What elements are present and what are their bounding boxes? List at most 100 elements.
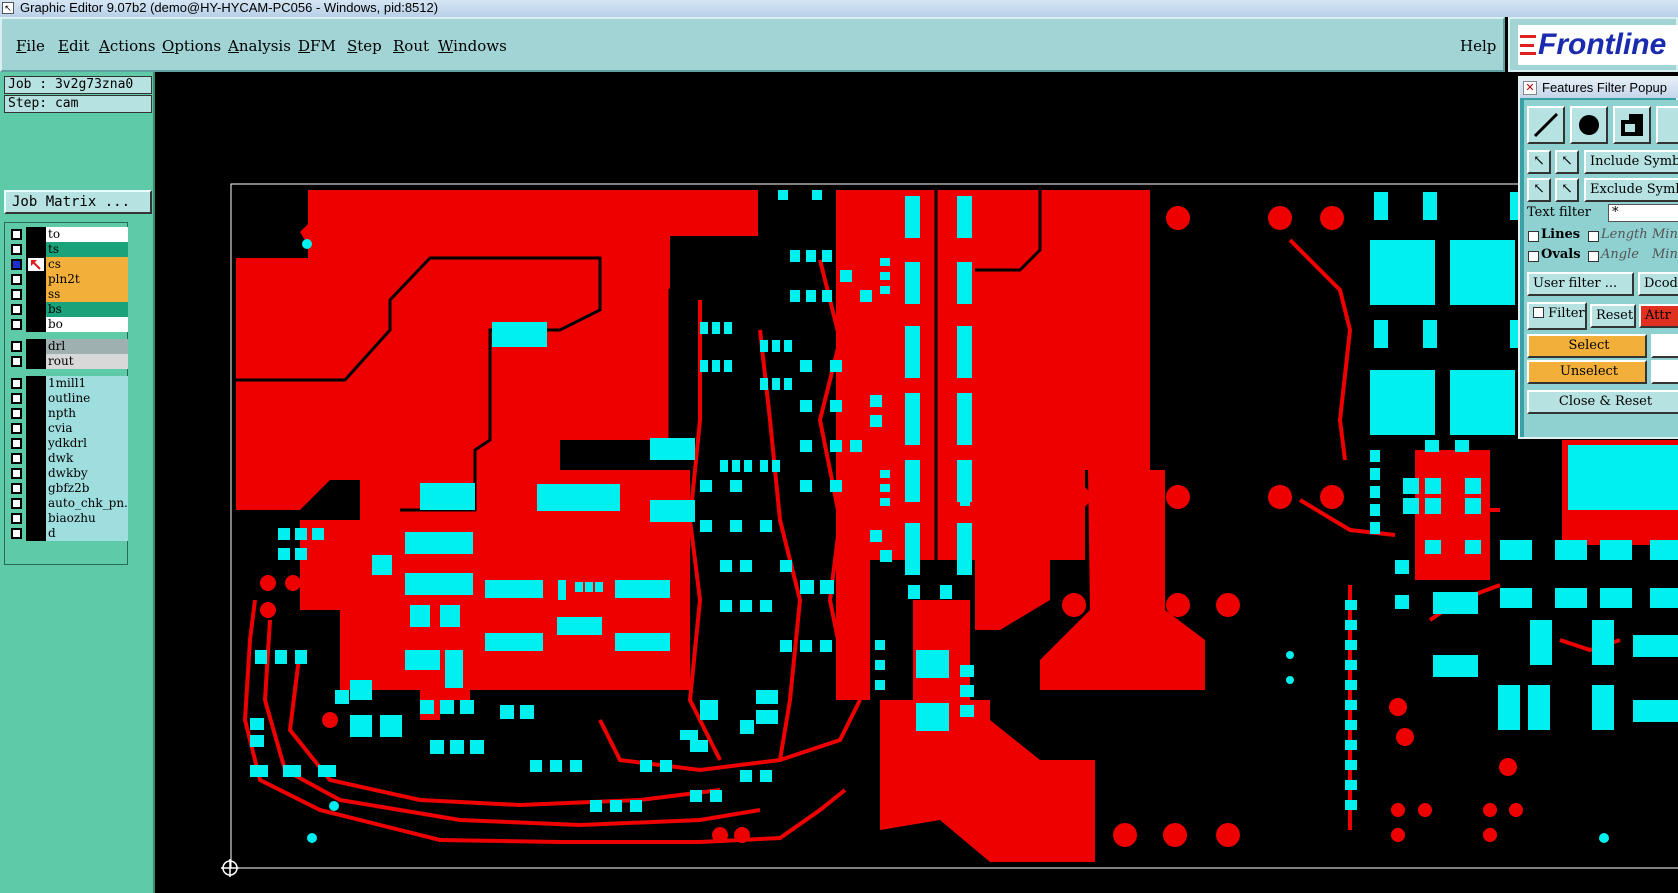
text-filter-button[interactable] (1656, 106, 1678, 144)
layer-row-gbfz2b[interactable]: gbfz2b (9, 481, 128, 496)
layer-checkbox[interactable] (11, 289, 22, 300)
layer-name[interactable]: dwk (46, 451, 128, 466)
layer-checkbox[interactable] (11, 408, 22, 419)
exclude-pick-button[interactable]: ↖ (1527, 178, 1551, 202)
layer-swatch[interactable] (26, 406, 46, 421)
layer-checkbox[interactable] (11, 274, 22, 285)
job-matrix-button[interactable]: Job Matrix ... (4, 190, 152, 214)
layer-checkbox[interactable] (11, 528, 22, 539)
menu-step[interactable]: Step (347, 37, 382, 55)
filter-checkbox[interactable] (1533, 307, 1544, 318)
layer-swatch[interactable] (26, 257, 46, 272)
layer-row-bs[interactable]: bs (9, 302, 128, 317)
layer-name[interactable]: d (46, 526, 128, 541)
angle-checkbox[interactable] (1588, 251, 1599, 262)
layer-name[interactable]: bo (46, 317, 128, 332)
layer-name[interactable]: drl (46, 339, 128, 354)
layer-checkbox[interactable] (11, 304, 22, 315)
close-reset-button[interactable]: Close & Reset (1527, 390, 1678, 414)
layer-name[interactable]: rout (46, 354, 128, 369)
layer-name[interactable]: outline (46, 391, 128, 406)
layer-checkbox[interactable] (11, 244, 22, 255)
layer-swatch[interactable] (26, 287, 46, 302)
layer-row-1mill1[interactable]: 1mill1 (9, 376, 128, 391)
layer-row-dwkby[interactable]: dwkby (9, 466, 128, 481)
surface-filter-button[interactable] (1613, 106, 1651, 144)
layer-row-auto-chk-pn[interactable]: auto_chk_pn. (9, 496, 128, 511)
layer-row-cs[interactable]: cs (9, 257, 128, 272)
layer-checkbox[interactable] (11, 229, 22, 240)
layer-swatch[interactable] (26, 354, 46, 369)
layer-name[interactable]: cs (46, 257, 128, 272)
layer-checkbox[interactable] (11, 468, 22, 479)
layer-swatch[interactable] (26, 339, 46, 354)
layer-name[interactable]: gbfz2b (46, 481, 128, 496)
select-button[interactable]: Select (1527, 334, 1647, 358)
layer-swatch[interactable] (26, 481, 46, 496)
reset-button[interactable]: Reset (1590, 304, 1636, 328)
menu-file[interactable]: File (16, 37, 45, 55)
layer-name[interactable]: ydkdrl (46, 436, 128, 451)
exclude-symbols-button[interactable]: Exclude Symbols (1584, 178, 1678, 202)
layer-swatch[interactable] (26, 391, 46, 406)
popup-close-icon[interactable]: ✕ (1523, 81, 1537, 95)
layer-swatch[interactable] (26, 436, 46, 451)
layer-row-d[interactable]: d (9, 526, 128, 541)
layer-name[interactable]: biaozhu (46, 511, 128, 526)
menu-analysis[interactable]: Analysis (228, 37, 291, 55)
text-filter-input[interactable]: * (1608, 204, 1678, 222)
layer-swatch[interactable] (26, 451, 46, 466)
layer-checkbox[interactable] (11, 319, 22, 330)
attr-button[interactable]: Attr (1639, 304, 1678, 328)
layer-row-outline[interactable]: outline (9, 391, 128, 406)
layer-name[interactable]: npth (46, 406, 128, 421)
menu-dfm[interactable]: DFM (298, 37, 336, 55)
layer-row-drl[interactable]: drl (9, 339, 128, 354)
dcode-button[interactable]: Dcode (1638, 272, 1678, 296)
layer-row-npth[interactable]: npth (9, 406, 128, 421)
include-pick2-button[interactable]: ↖ (1555, 150, 1579, 174)
layer-checkbox[interactable] (11, 483, 22, 494)
layer-swatch[interactable] (26, 317, 46, 332)
layer-checkbox[interactable] (11, 378, 22, 389)
line-filter-button[interactable] (1527, 106, 1565, 144)
layer-name[interactable]: to (46, 227, 128, 242)
layer-name[interactable]: cvia (46, 421, 128, 436)
layer-swatch[interactable] (26, 526, 46, 541)
lines-checkbox[interactable] (1528, 231, 1539, 242)
ovals-checkbox[interactable] (1528, 251, 1539, 262)
layer-checkbox[interactable] (11, 423, 22, 434)
layer-name[interactable]: auto_chk_pn. (46, 496, 128, 511)
filter-toggle[interactable]: Filter (1527, 302, 1587, 330)
layer-name[interactable]: pln2t (46, 272, 128, 287)
menu-rout[interactable]: Rout (393, 37, 429, 55)
layer-name[interactable]: dwkby (46, 466, 128, 481)
layer-checkbox[interactable] (11, 356, 22, 367)
layer-checkbox[interactable] (11, 498, 22, 509)
menu-help[interactable]: Help (1460, 37, 1496, 55)
layer-checkbox[interactable] (11, 341, 22, 352)
menu-edit[interactable]: Edit (58, 37, 89, 55)
layer-name[interactable]: ss (46, 287, 128, 302)
exclude-pick2-button[interactable]: ↖ (1555, 178, 1579, 202)
layer-name[interactable]: ts (46, 242, 128, 257)
layer-name[interactable]: bs (46, 302, 128, 317)
menu-options[interactable]: Options (162, 37, 221, 55)
layer-row-bo[interactable]: bo (9, 317, 128, 332)
layer-swatch[interactable] (26, 242, 46, 257)
layer-row-dwk[interactable]: dwk (9, 451, 128, 466)
menu-windows[interactable]: Windows (438, 37, 507, 55)
layer-row-ydkdrl[interactable]: ydkdrl (9, 436, 128, 451)
layer-swatch[interactable] (26, 376, 46, 391)
layer-checkbox[interactable] (11, 393, 22, 404)
layer-swatch[interactable] (26, 421, 46, 436)
pad-filter-button[interactable] (1570, 106, 1608, 144)
layer-row-to[interactable]: to (9, 227, 128, 242)
layer-swatch[interactable] (26, 496, 46, 511)
include-symbols-button[interactable]: Include Symbols (1584, 150, 1678, 174)
layer-row-ss[interactable]: ss (9, 287, 128, 302)
layer-swatch[interactable] (26, 511, 46, 526)
layer-row-cvia[interactable]: cvia (9, 421, 128, 436)
layer-checkbox[interactable] (11, 453, 22, 464)
layer-row-ts[interactable]: ts (9, 242, 128, 257)
